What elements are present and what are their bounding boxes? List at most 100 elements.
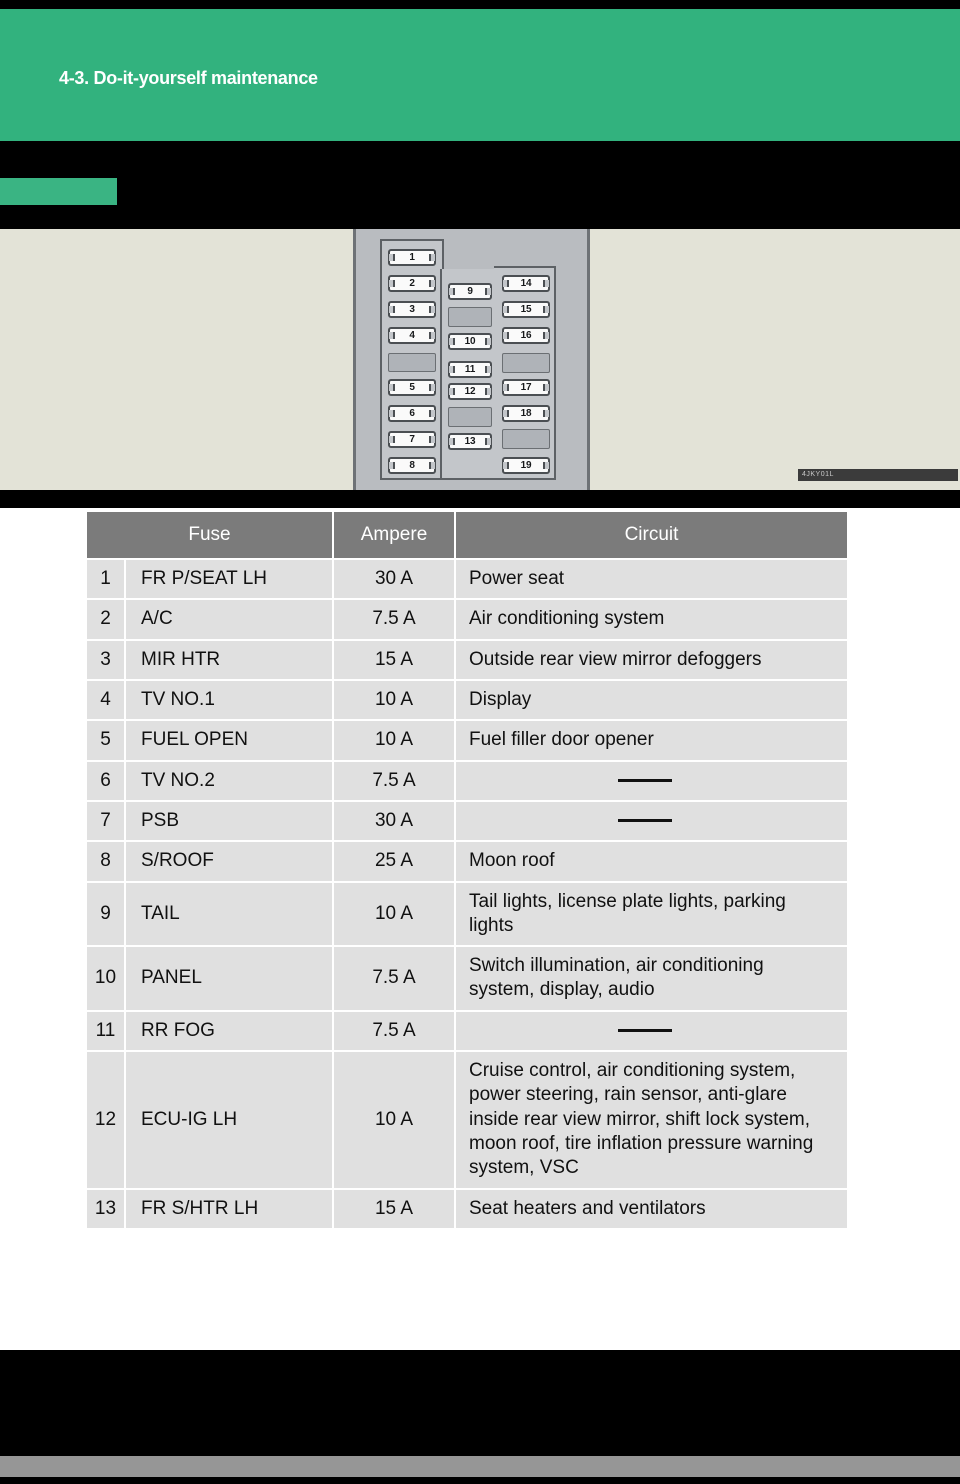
table-row: 4 TV NO.1 10 A Display <box>87 679 847 722</box>
illustration-watermark: 4JKY01L <box>798 469 958 481</box>
fuse-slot-9[interactable]: 9 <box>448 283 492 300</box>
fuse-slot-blank-4 <box>502 353 550 373</box>
cell-circuit: Switch illumination, air conditioning sy… <box>455 946 847 1012</box>
table-surface: Fuse Ampere Circuit 1 FR P/SEAT LH 30 A … <box>0 508 960 1350</box>
table-row: 9 TAIL 10 A Tail lights, license plate l… <box>87 881 847 948</box>
fuse-slot-blank-5 <box>502 429 550 449</box>
cell-circuit: Air conditioning system <box>455 599 847 641</box>
table-row: 6 TV NO.2 7.5 A <box>87 760 847 802</box>
cell-fuse-name: FUEL OPEN <box>125 720 334 762</box>
cell-circuit: Tail lights, license plate lights, parki… <box>455 881 847 948</box>
cell-circuit <box>455 800 847 843</box>
table-row: 3 MIR HTR 15 A Outside rear view mirror … <box>87 639 847 681</box>
column-header-fuse: Fuse <box>87 512 334 560</box>
fuse-box-diagram: 1 2 3 4 5 6 7 8 9 10 11 12 13 14 15 16 1… <box>353 229 590 490</box>
fuse-slot-1[interactable]: 1 <box>388 249 436 266</box>
fuse-slot-7[interactable]: 7 <box>388 431 436 448</box>
table-row: 11 RR FOG 7.5 A <box>87 1010 847 1053</box>
cell-fuse-number: 10 <box>87 946 126 1012</box>
cell-fuse-name: S/ROOF <box>125 841 334 883</box>
table-row: 5 FUEL OPEN 10 A Fuel filler door opener <box>87 720 847 762</box>
cell-fuse-name: A/C <box>125 599 334 641</box>
empty-dash-icon <box>617 779 672 783</box>
fuse-table: Fuse Ampere Circuit 1 FR P/SEAT LH 30 A … <box>87 512 847 1230</box>
fuse-slot-4[interactable]: 4 <box>388 327 436 344</box>
fuse-slot-8[interactable]: 8 <box>388 457 436 474</box>
cell-ampere: 10 A <box>333 679 456 722</box>
table-header-row: Fuse Ampere Circuit <box>87 512 847 560</box>
fuse-slot-5[interactable]: 5 <box>388 379 436 396</box>
cell-fuse-number: 13 <box>87 1188 126 1230</box>
cell-fuse-number: 12 <box>87 1051 126 1190</box>
cell-fuse-number: 6 <box>87 760 126 802</box>
cell-fuse-number: 4 <box>87 679 126 722</box>
fuse-slot-13[interactable]: 13 <box>448 433 492 450</box>
cell-ampere: 7.5 A <box>333 946 456 1012</box>
fuse-slot-3[interactable]: 3 <box>388 301 436 318</box>
cell-ampere: 10 A <box>333 720 456 762</box>
fuse-slot-16[interactable]: 16 <box>502 327 550 344</box>
empty-dash-icon <box>617 819 672 823</box>
cell-ampere: 7.5 A <box>333 760 456 802</box>
cell-fuse-name: TAIL <box>125 881 334 948</box>
chapter-heading-text: 4-3. Do-it-yourself maintenance <box>59 68 318 88</box>
footer-bar <box>0 1456 960 1477</box>
cell-fuse-number: 11 <box>87 1010 126 1053</box>
cell-circuit: Seat heaters and ventilators <box>455 1188 847 1230</box>
fuse-slot-14[interactable]: 14 <box>502 275 550 292</box>
table-row: 12 ECU-IG LH 10 A Cruise control, air co… <box>87 1051 847 1190</box>
cell-fuse-name: PANEL <box>125 946 334 1012</box>
cell-ampere: 25 A <box>333 841 456 883</box>
column-header-circuit: Circuit <box>455 512 847 560</box>
chapter-header: 4-3. Do-it-yourself maintenance <box>0 9 960 141</box>
fuse-slot-18[interactable]: 18 <box>502 405 550 422</box>
fuse-slot-blank-2 <box>448 307 492 327</box>
section-tab-marker <box>0 178 117 205</box>
cell-ampere: 15 A <box>333 639 456 681</box>
table-row: 7 PSB 30 A <box>87 800 847 843</box>
cell-fuse-number: 2 <box>87 599 126 641</box>
cell-fuse-name: TV NO.2 <box>125 760 334 802</box>
fuse-slot-blank-1 <box>388 353 436 372</box>
cell-circuit <box>455 760 847 802</box>
illustration-band: 1 2 3 4 5 6 7 8 9 10 11 12 13 14 15 16 1… <box>0 229 960 490</box>
cell-fuse-name: FR S/HTR LH <box>125 1188 334 1230</box>
fuse-slot-blank-3 <box>448 407 492 427</box>
cell-ampere: 7.5 A <box>333 1010 456 1053</box>
cell-ampere: 30 A <box>333 800 456 843</box>
cell-fuse-name: PSB <box>125 800 334 843</box>
cell-fuse-name: RR FOG <box>125 1010 334 1053</box>
fuse-slot-10[interactable]: 10 <box>448 333 492 350</box>
cell-circuit: Outside rear view mirror defoggers <box>455 639 847 681</box>
cell-circuit: Moon roof <box>455 841 847 883</box>
table-row: 1 FR P/SEAT LH 30 A Power seat <box>87 559 847 601</box>
cell-circuit: Cruise control, air conditioning system,… <box>455 1051 847 1190</box>
cell-circuit <box>455 1010 847 1053</box>
cell-fuse-number: 8 <box>87 841 126 883</box>
fuse-slot-11[interactable]: 11 <box>448 361 492 378</box>
cell-fuse-number: 7 <box>87 800 126 843</box>
column-header-ampere: Ampere <box>333 512 456 560</box>
fuse-slot-19[interactable]: 19 <box>502 457 550 474</box>
cell-ampere: 10 A <box>333 881 456 948</box>
table-row: 13 FR S/HTR LH 15 A Seat heaters and ven… <box>87 1188 847 1230</box>
table-row: 8 S/ROOF 25 A Moon roof <box>87 841 847 883</box>
fuse-slot-12[interactable]: 12 <box>448 383 492 400</box>
cell-circuit: Display <box>455 679 847 722</box>
fuse-table-body: 1 FR P/SEAT LH 30 A Power seat 2 A/C 7.5… <box>87 559 847 1230</box>
fuse-slot-15[interactable]: 15 <box>502 301 550 318</box>
cell-ampere: 7.5 A <box>333 599 456 641</box>
cell-fuse-name: MIR HTR <box>125 639 334 681</box>
cell-circuit: Fuel filler door opener <box>455 720 847 762</box>
fuse-slot-17[interactable]: 17 <box>502 379 550 396</box>
cell-fuse-number: 9 <box>87 881 126 948</box>
cell-fuse-name: FR P/SEAT LH <box>125 559 334 601</box>
cell-circuit: Power seat <box>455 559 847 601</box>
fuse-slot-6[interactable]: 6 <box>388 405 436 422</box>
table-row: 2 A/C 7.5 A Air conditioning system <box>87 599 847 641</box>
cell-ampere: 10 A <box>333 1051 456 1190</box>
cell-fuse-name: ECU-IG LH <box>125 1051 334 1190</box>
fuse-slot-2[interactable]: 2 <box>388 275 436 292</box>
cell-fuse-number: 5 <box>87 720 126 762</box>
cell-ampere: 15 A <box>333 1188 456 1230</box>
